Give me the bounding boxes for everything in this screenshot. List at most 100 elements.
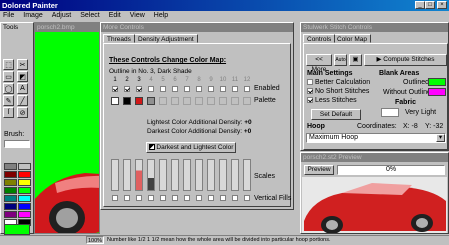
menu-view[interactable]: View — [130, 11, 145, 21]
enabled-checkbox[interactable] — [244, 86, 250, 93]
tab-color-map[interactable]: Color Map — [333, 34, 371, 43]
enabled-checkbox[interactable] — [220, 86, 226, 93]
save-icon[interactable]: ▣ — [349, 54, 362, 66]
scale-bar[interactable] — [231, 159, 239, 191]
darkest-lightest-button[interactable]: Darkest and Lightest Color — [146, 142, 236, 153]
scale-bar[interactable] — [207, 159, 215, 191]
palette-swatch[interactable] — [111, 97, 119, 105]
scale-bar[interactable] — [135, 159, 143, 191]
vertical-fill-checkbox[interactable] — [244, 195, 250, 202]
chevron-down-icon[interactable]: ▾ — [436, 134, 445, 142]
vertical-fill-checkbox[interactable] — [196, 195, 202, 202]
enabled-checkbox[interactable] — [196, 86, 202, 93]
palette-color[interactable] — [4, 179, 17, 186]
fill-icon[interactable]: ◩ — [17, 71, 28, 82]
maximize-icon[interactable]: □ — [425, 1, 435, 9]
rectangle-icon[interactable]: ▭ — [3, 71, 14, 82]
palette-color[interactable] — [4, 195, 17, 202]
menu-file[interactable]: File — [3, 11, 14, 21]
palette-color[interactable] — [18, 203, 31, 210]
brush-select[interactable] — [4, 140, 30, 148]
line-icon[interactable]: ╱ — [17, 95, 28, 106]
palette-swatch[interactable] — [231, 97, 239, 105]
less-stitches-checkbox[interactable] — [307, 97, 313, 104]
palette-color[interactable] — [4, 163, 17, 170]
palette-color[interactable] — [18, 179, 31, 186]
tab-density-adjustment[interactable]: Density Adjustment — [134, 34, 198, 43]
vertical-fill-checkbox[interactable] — [124, 195, 130, 202]
scale-bar[interactable] — [243, 159, 251, 191]
palette-swatch[interactable] — [183, 97, 191, 105]
vertical-fill-checkbox[interactable] — [136, 195, 142, 202]
menu-edit[interactable]: Edit — [109, 11, 121, 21]
vertical-fill-checkbox[interactable] — [232, 195, 238, 202]
current-color-swatch[interactable] — [4, 224, 30, 235]
more-button[interactable]: << More — [306, 54, 332, 73]
menu-adjust[interactable]: Adjust — [52, 11, 71, 21]
vertical-fill-checkbox[interactable] — [160, 195, 166, 202]
palette-color[interactable] — [4, 187, 17, 194]
palette-swatch[interactable] — [243, 97, 251, 105]
vertical-fill-checkbox[interactable] — [148, 195, 154, 202]
palette-color[interactable] — [4, 203, 17, 210]
scale-bar[interactable] — [159, 159, 167, 191]
vertical-fill-checkbox[interactable] — [112, 195, 118, 202]
close-icon[interactable]: × — [437, 1, 447, 9]
better-calc-option[interactable]: Better Calculation — [307, 79, 370, 86]
vertical-fill-checkbox[interactable] — [208, 195, 214, 202]
minimize-icon[interactable]: _ — [415, 1, 425, 9]
set-default-button[interactable]: Set Default — [311, 109, 361, 120]
scale-bar[interactable] — [111, 159, 119, 191]
enabled-checkbox[interactable] — [124, 86, 130, 93]
fabric-color-swatch[interactable] — [381, 108, 399, 117]
hoop-select[interactable]: Maximum Hoop ▾ — [306, 133, 446, 143]
vertical-fill-checkbox[interactable] — [184, 195, 190, 202]
picker-icon[interactable]: ⊘ — [17, 107, 28, 118]
brush-icon[interactable]: ſ — [3, 107, 14, 118]
vertical-fill-checkbox[interactable] — [220, 195, 226, 202]
scale-bar[interactable] — [183, 159, 191, 191]
palette-swatch[interactable] — [147, 97, 155, 105]
enabled-checkbox[interactable] — [136, 86, 142, 93]
scale-bar[interactable] — [123, 159, 131, 191]
outlined-color-swatch[interactable] — [428, 78, 446, 86]
palette-swatch[interactable] — [219, 97, 227, 105]
enabled-checkbox[interactable] — [160, 86, 166, 93]
lasso-icon[interactable]: ✂ — [17, 59, 28, 70]
palette-color[interactable] — [4, 171, 17, 178]
enabled-checkbox[interactable] — [184, 86, 190, 93]
palette-color[interactable] — [18, 163, 31, 170]
less-stitches-option[interactable]: Less Stitches — [307, 97, 357, 104]
enabled-checkbox[interactable] — [112, 86, 118, 93]
palette-swatch[interactable] — [207, 97, 215, 105]
enabled-checkbox[interactable] — [232, 86, 238, 93]
enabled-checkbox[interactable] — [148, 86, 154, 93]
menu-help[interactable]: Help — [154, 11, 168, 21]
palette-color[interactable] — [18, 171, 31, 178]
menu-image[interactable]: Image — [23, 11, 42, 21]
tab-threads[interactable]: Threads — [103, 34, 135, 43]
text-icon[interactable]: A — [17, 83, 28, 94]
tab-controls[interactable]: Controls — [303, 34, 336, 43]
palette-swatch[interactable] — [171, 97, 179, 105]
palette-color[interactable] — [18, 187, 31, 194]
vertical-fill-checkbox[interactable] — [172, 195, 178, 202]
enabled-checkbox[interactable] — [208, 86, 214, 93]
palette-color[interactable] — [18, 211, 31, 218]
better-calc-checkbox[interactable] — [307, 79, 313, 86]
palette-swatch[interactable] — [123, 97, 131, 105]
scale-bar[interactable] — [219, 159, 227, 191]
scale-bar[interactable] — [171, 159, 179, 191]
scale-bar[interactable] — [195, 159, 203, 191]
menu-select[interactable]: Select — [80, 11, 99, 21]
preview-button[interactable]: Preview — [304, 165, 334, 175]
compute-stitches-button[interactable]: ▶ Compute Stitches — [364, 54, 447, 66]
no-short-checkbox[interactable] — [307, 88, 313, 95]
palette-color[interactable] — [4, 211, 17, 218]
no-short-option[interactable]: No Short Stitches — [307, 88, 369, 95]
pencil-icon[interactable]: ✎ — [3, 95, 14, 106]
scale-bar[interactable] — [147, 159, 155, 191]
without-outline-swatch[interactable] — [428, 88, 446, 96]
enabled-checkbox[interactable] — [172, 86, 178, 93]
palette-color[interactable] — [18, 195, 31, 202]
